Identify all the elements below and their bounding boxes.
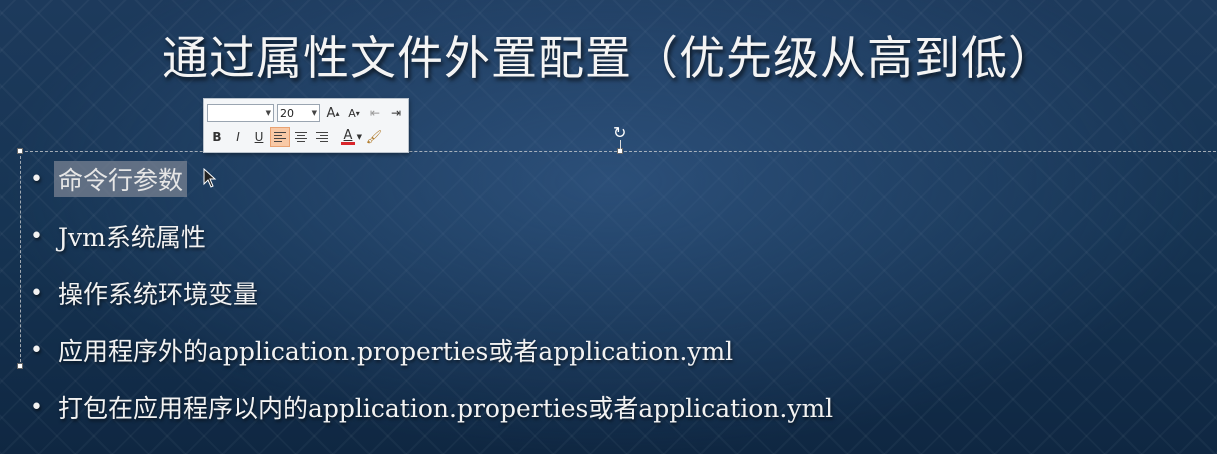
grow-font-icon: A: [326, 105, 336, 121]
format-painter-button[interactable]: 🖌: [364, 127, 384, 147]
list-item-text[interactable]: 打包在应用程序以内的application.properties或者applic…: [58, 389, 833, 425]
bullet-dot: •: [30, 394, 43, 420]
chevron-down-icon: ▼: [311, 109, 317, 117]
decrease-indent-button[interactable]: ⇤: [365, 103, 385, 123]
resize-handle-top-left[interactable]: [17, 148, 23, 154]
align-left-button[interactable]: [270, 127, 290, 147]
list-item-text[interactable]: 操作系统环境变量: [58, 275, 258, 311]
bold-icon: B: [212, 130, 222, 144]
font-color-bar: [341, 142, 355, 145]
font-size-combo[interactable]: 20 ▼: [277, 104, 320, 122]
bold-button[interactable]: B: [207, 127, 227, 147]
font-name-combo[interactable]: ▼: [207, 104, 274, 122]
resize-handle-left-middle[interactable]: [17, 363, 23, 369]
increase-indent-icon: ⇥: [390, 106, 402, 120]
increase-indent-button[interactable]: ⇥: [386, 103, 406, 123]
list-item[interactable]: • 应用程序外的application.properties或者applicat…: [30, 331, 833, 369]
list-item-text-selected[interactable]: 命令行参数: [54, 161, 188, 197]
format-painter-icon: 🖌: [365, 129, 383, 145]
bullet-dot: •: [30, 337, 43, 363]
list-item[interactable]: • 操作系统环境变量: [30, 274, 833, 312]
font-size-value: 20: [280, 106, 294, 120]
list-item[interactable]: • 打包在应用程序以内的application.properties或者appl…: [30, 388, 833, 426]
align-center-icon: [295, 132, 307, 142]
list-item[interactable]: • 命令行参数: [30, 160, 833, 198]
italic-icon: I: [236, 130, 240, 144]
mouse-pointer-icon: [203, 168, 217, 188]
mini-format-toolbar: ▼ 20 ▼ A ▴ A ▾ ⇤ ⇥ B I U A ▼ 🖌: [203, 98, 409, 153]
shrink-font-button[interactable]: A ▾: [344, 103, 364, 123]
bullet-list: • 命令行参数 • Jvm系统属性 • 操作系统环境变量 • 应用程序外的app…: [30, 160, 833, 445]
decrease-indent-icon: ⇤: [369, 106, 381, 120]
underline-button[interactable]: U: [249, 127, 269, 147]
bullet-dot: •: [30, 280, 43, 306]
italic-button[interactable]: I: [228, 127, 248, 147]
slide-title[interactable]: 通过属性文件外置配置（优先级从高到低）: [0, 22, 1217, 88]
list-item-text[interactable]: 应用程序外的application.properties或者applicatio…: [58, 332, 733, 368]
underline-icon: U: [254, 130, 264, 144]
grow-font-button[interactable]: A ▴: [323, 103, 343, 123]
align-right-icon: [316, 132, 328, 142]
rotate-handle-icon[interactable]: ↻: [613, 125, 629, 141]
chevron-down-icon: ▼: [265, 109, 271, 117]
shrink-font-icon: A: [348, 106, 356, 120]
font-color-icon: A: [343, 128, 353, 143]
align-left-icon: [274, 132, 286, 142]
font-color-button[interactable]: A ▼: [333, 127, 363, 147]
bullet-dot: •: [30, 223, 43, 249]
list-item[interactable]: • Jvm系统属性: [30, 217, 833, 255]
chevron-down-icon: ▼: [356, 133, 362, 141]
align-right-button[interactable]: [312, 127, 332, 147]
align-center-button[interactable]: [291, 127, 311, 147]
list-item-text[interactable]: Jvm系统属性: [58, 218, 206, 254]
